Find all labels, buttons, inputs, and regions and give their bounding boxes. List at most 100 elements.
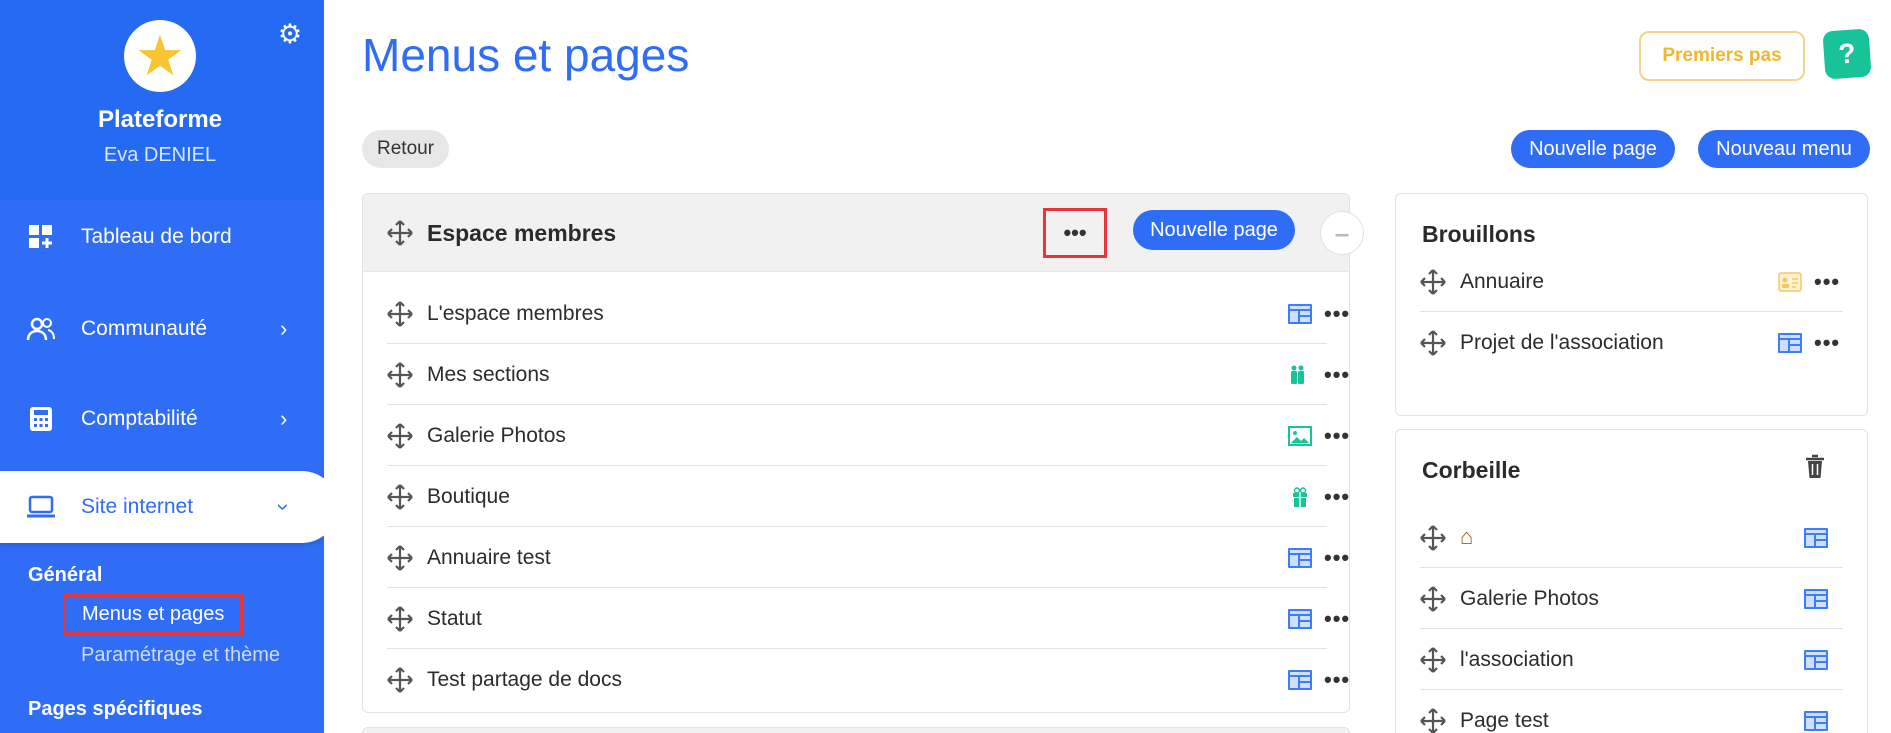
more-options-button[interactable]: ••• — [1324, 303, 1350, 325]
page-layout-icon — [1288, 670, 1312, 690]
trash-row[interactable]: Page test — [1420, 691, 1843, 733]
contact-card-icon — [1778, 272, 1802, 292]
menu-panel: Espace membres L'espace membres ••• Mes se… — [362, 193, 1350, 713]
menu-row[interactable]: Annuaire test ••• — [387, 528, 1349, 588]
move-icon[interactable] — [387, 220, 413, 246]
sidebar-item-label: Communauté — [81, 317, 208, 340]
community-icon — [26, 314, 56, 344]
item-label: Projet de l'association — [1460, 331, 1664, 354]
sidebar-item-accounting[interactable]: Comptabilité › — [0, 383, 324, 455]
image-icon — [1288, 426, 1312, 446]
help-button[interactable]: ? — [1822, 28, 1872, 80]
sidebar-item-label: Comptabilité — [81, 407, 198, 430]
page-layout-icon — [1804, 650, 1828, 670]
home-icon: ⌂ — [1460, 524, 1474, 549]
sidebar-item-label: Tableau de bord — [81, 225, 232, 248]
page-layout-icon — [1288, 548, 1312, 568]
more-options-button[interactable]: ••• — [1324, 486, 1350, 508]
item-label: Annuaire — [1460, 270, 1545, 293]
more-options-button[interactable]: ••• — [1324, 364, 1350, 386]
page-layout-icon — [1804, 711, 1828, 731]
item-label: Mes sections — [427, 363, 550, 386]
trash-row[interactable]: l'association — [1420, 630, 1843, 690]
move-icon[interactable] — [1420, 647, 1446, 673]
menu-more-button[interactable]: ••• — [1043, 208, 1107, 258]
move-icon[interactable] — [387, 301, 413, 327]
drafts-title: Brouillons — [1422, 221, 1536, 247]
people-icon — [1291, 365, 1304, 384]
avatar[interactable]: ★ — [124, 20, 196, 92]
item-label: Statut — [427, 607, 482, 630]
back-button[interactable]: Retour — [362, 130, 450, 168]
page-layout-icon — [1804, 528, 1828, 548]
drafts-panel: Brouillons Annuaire ••• Projet de l'associ… — [1395, 193, 1868, 416]
sidebar-item-dashboard[interactable]: Tableau de bord — [0, 201, 324, 273]
trash-title: Corbeille — [1422, 457, 1521, 483]
draft-row[interactable]: Projet de l'association ••• — [1420, 313, 1843, 373]
move-icon[interactable] — [1420, 330, 1446, 356]
page-layout-icon — [1778, 333, 1802, 353]
more-options-button[interactable]: ••• — [1324, 547, 1350, 569]
move-icon[interactable] — [1420, 269, 1446, 295]
chevron-right-icon: › — [280, 406, 288, 431]
sidebar-link-menus-pages[interactable]: Menus et pages — [62, 594, 244, 635]
menu-title: Espace membres — [427, 220, 617, 246]
draft-row[interactable]: Annuaire ••• — [1420, 252, 1843, 312]
gift-icon — [1293, 487, 1307, 507]
item-label: Test partage de docs — [427, 668, 622, 691]
item-label: Galerie Photos — [1460, 587, 1599, 610]
gear-icon[interactable]: ⚙ — [276, 20, 304, 48]
menu-row[interactable]: Boutique ••• — [387, 467, 1349, 527]
item-label: L'espace membres — [427, 302, 604, 325]
page-layout-icon — [1288, 304, 1312, 324]
menu-row[interactable]: L'espace membres ••• — [387, 284, 1349, 344]
trash-row[interactable]: Galerie Photos — [1420, 569, 1843, 629]
sidebar-item-community[interactable]: Communauté › — [0, 293, 324, 365]
move-icon[interactable] — [387, 545, 413, 571]
move-icon[interactable] — [1420, 525, 1446, 551]
sidebar-link-settings-theme[interactable]: Paramétrage et thème — [81, 644, 280, 667]
more-options-button[interactable]: ••• — [1324, 608, 1350, 630]
more-options-button[interactable]: ••• — [1324, 425, 1350, 447]
move-icon[interactable] — [387, 667, 413, 693]
move-icon[interactable] — [387, 484, 413, 510]
trash-panel: Corbeille ⌂ Galerie Photos l'association Pa… — [1395, 429, 1868, 733]
item-label: Galerie Photos — [427, 424, 566, 447]
move-icon[interactable] — [387, 423, 413, 449]
move-icon[interactable] — [1420, 708, 1446, 733]
page-title: Menus et pages — [362, 29, 690, 81]
menu-row[interactable]: Mes sections ••• — [387, 345, 1349, 405]
move-icon[interactable] — [1420, 586, 1446, 612]
new-menu-button[interactable]: Nouveau menu — [1698, 130, 1870, 168]
brand-name: Plateforme — [97, 106, 223, 133]
laptop-icon — [26, 492, 56, 522]
more-options-button[interactable]: ••• — [1814, 271, 1840, 293]
section-heading-general: Général — [28, 564, 103, 586]
item-label: Annuaire test — [427, 546, 551, 569]
menu-row[interactable]: Statut ••• — [387, 589, 1349, 649]
collapse-button[interactable]: – — [1320, 211, 1364, 255]
menu-row[interactable]: Galerie Photos ••• — [387, 406, 1349, 466]
dashboard-icon — [26, 222, 56, 252]
item-label: Page test — [1460, 709, 1549, 732]
sidebar-item-label: Site internet — [81, 495, 194, 518]
menu-new-page-button[interactable]: Nouvelle page — [1133, 210, 1295, 250]
section-heading-specific-pages: Pages spécifiques — [28, 698, 203, 720]
page-layout-icon — [1804, 589, 1828, 609]
menu-row[interactable]: Test partage de docs ••• — [387, 650, 1349, 710]
calculator-icon — [26, 404, 56, 434]
move-icon[interactable] — [387, 362, 413, 388]
user-name: Eva DENIEL — [103, 144, 217, 166]
move-icon[interactable] — [387, 606, 413, 632]
first-steps-button[interactable]: Premiers pas — [1639, 31, 1805, 81]
new-page-button[interactable]: Nouvelle page — [1511, 130, 1675, 168]
sidebar-profile: ★ ⚙ Plateforme Eva DENIEL — [0, 0, 324, 200]
sidebar-item-website[interactable]: Site internet › — [0, 471, 324, 543]
chevron-down-icon: › — [271, 503, 297, 511]
more-options-button[interactable]: ••• — [1814, 332, 1840, 354]
trash-icon[interactable] — [1804, 454, 1826, 480]
sidebar: ★ ⚙ Plateforme Eva DENIEL Tableau de bor… — [0, 0, 324, 733]
trash-row[interactable]: ⌂ — [1420, 508, 1843, 568]
more-options-button[interactable]: ••• — [1324, 669, 1350, 691]
chevron-right-icon: › — [280, 316, 288, 341]
